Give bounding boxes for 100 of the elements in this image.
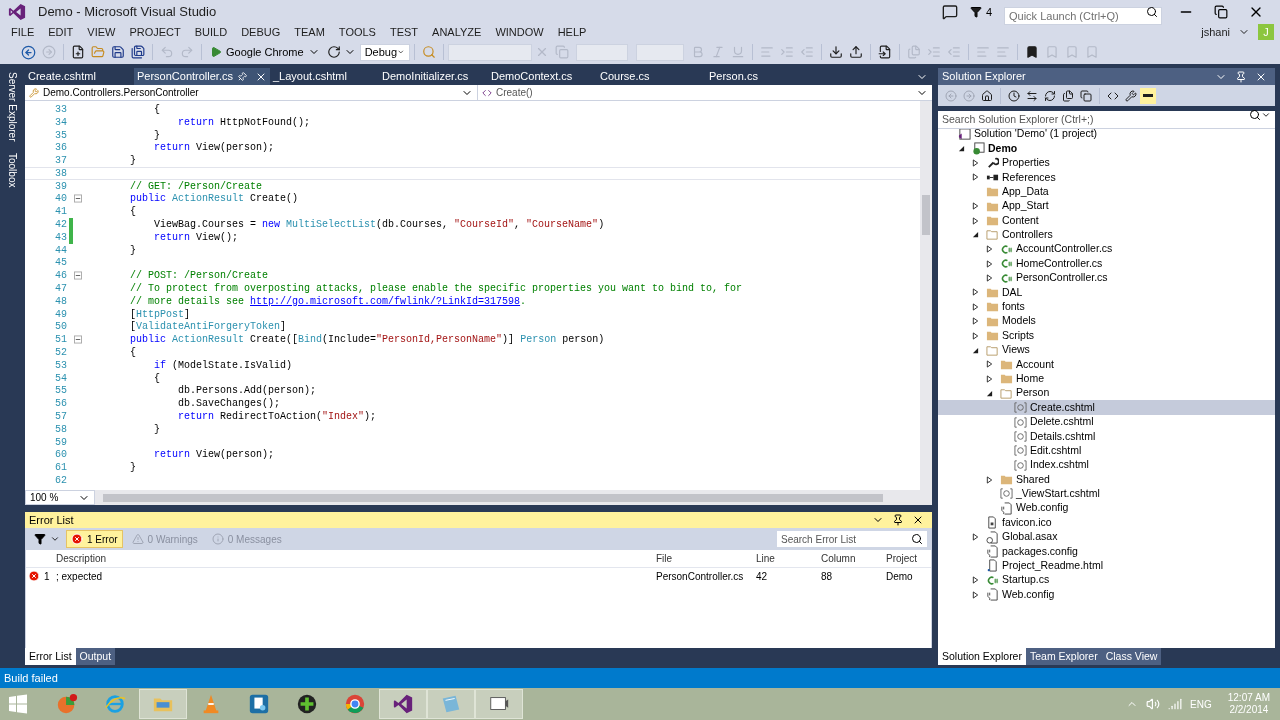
- panel-tab[interactable]: Output: [75, 648, 116, 665]
- collapsed-arrow-icon[interactable]: [972, 302, 979, 311]
- tree-item[interactable]: PersonController.cs: [938, 270, 1275, 286]
- tree-item[interactable]: Web.config: [938, 587, 1275, 602]
- upload-icon[interactable]: [848, 45, 863, 59]
- close-icon[interactable]: [912, 514, 924, 526]
- tree-item[interactable]: AccountController.cs: [938, 242, 1275, 257]
- pin-icon[interactable]: [892, 514, 904, 526]
- show-all-files-icon[interactable]: [1080, 89, 1092, 102]
- new-file-icon[interactable]: [71, 45, 85, 59]
- collapsed-arrow-icon[interactable]: [986, 274, 993, 283]
- expanded-arrow-icon[interactable]: [972, 346, 979, 354]
- save-all-icon[interactable]: [131, 45, 145, 59]
- pin-icon[interactable]: [1235, 70, 1247, 83]
- column-header[interactable]: Description: [56, 553, 107, 564]
- collapsed-arrow-icon[interactable]: [986, 360, 993, 369]
- collapsed-arrow-icon[interactable]: [986, 245, 993, 254]
- search-icon[interactable]: [911, 533, 923, 545]
- zoom-dropdown[interactable]: 100 %: [25, 490, 95, 505]
- tree-item[interactable]: Create.cshtml: [938, 400, 1275, 415]
- collapse-icon[interactable]: [74, 335, 82, 345]
- editor-tab[interactable]: DemoContext.cs: [488, 68, 597, 85]
- panel-tab[interactable]: Class View: [1101, 648, 1162, 665]
- menu-item[interactable]: TEAM: [287, 23, 332, 41]
- tree-item[interactable]: References: [938, 170, 1275, 185]
- tree-item[interactable]: Scripts: [938, 328, 1275, 343]
- menu-item[interactable]: HELP: [550, 23, 594, 41]
- document-gear-icon[interactable]: [248, 693, 270, 715]
- user-name[interactable]: jshani: [1201, 23, 1230, 41]
- tree-item[interactable]: App_Data: [938, 184, 1275, 199]
- collapsed-arrow-icon[interactable]: [972, 590, 979, 599]
- tree-item[interactable]: Solution 'Demo' (1 project): [938, 127, 1275, 142]
- chrome-like-icon[interactable]: [344, 693, 366, 715]
- collapse-icon[interactable]: [74, 194, 82, 204]
- collapsed-arrow-icon[interactable]: [972, 202, 979, 211]
- tree-item[interactable]: Views: [938, 342, 1275, 358]
- collapsed-arrow-icon[interactable]: [972, 317, 979, 326]
- notifications-button[interactable]: 4: [969, 3, 992, 21]
- collapsed-arrow-icon[interactable]: [972, 216, 979, 225]
- properties-icon[interactable]: [1125, 89, 1137, 102]
- menu-item[interactable]: TEST: [382, 23, 426, 41]
- panel-tab[interactable]: Solution Explorer: [938, 648, 1026, 665]
- tree-item[interactable]: Startup.cs: [938, 573, 1275, 588]
- collapsed-arrow-icon[interactable]: [986, 374, 993, 383]
- editor-tab[interactable]: Person.cs: [706, 68, 815, 85]
- editor-tab[interactable]: DemoInitializer.cs: [379, 68, 488, 85]
- tree-item[interactable]: DAL: [938, 285, 1275, 300]
- column-header[interactable]: Line: [756, 553, 775, 564]
- search-field[interactable]: Search Solution Explorer (Ctrl+;): [938, 110, 1275, 129]
- collapse-all-icon[interactable]: [1062, 89, 1074, 102]
- tree-item[interactable]: Project_Readme.html: [938, 558, 1275, 574]
- tree-item[interactable]: Models: [938, 314, 1275, 329]
- expanded-arrow-icon[interactable]: [986, 389, 993, 397]
- feedback-icon[interactable]: [941, 4, 958, 20]
- restore-icon[interactable]: [1214, 5, 1228, 19]
- tree-item[interactable]: Demo: [938, 141, 1275, 156]
- tree-item[interactable]: Properties: [938, 155, 1275, 171]
- clock-icon[interactable]: [1008, 89, 1020, 102]
- tree-item[interactable]: Index.cshtml: [938, 458, 1275, 473]
- refresh-icon[interactable]: [1044, 89, 1056, 102]
- plus-circle-icon[interactable]: [296, 693, 318, 715]
- editor-tab[interactable]: Create.cshtml: [25, 68, 134, 85]
- menu-item[interactable]: FILE: [4, 23, 42, 41]
- sync-icon[interactable]: [1026, 89, 1038, 102]
- caret-icon[interactable]: [50, 534, 60, 544]
- tree-item[interactable]: HomeController.cs: [938, 256, 1275, 271]
- menu-item[interactable]: PROJECT: [122, 23, 188, 41]
- member-dropdown[interactable]: Create(): [478, 85, 932, 100]
- tree-item[interactable]: App_Start: [938, 198, 1275, 214]
- configuration-dropdown[interactable]: Debug: [359, 43, 410, 61]
- collapsed-arrow-icon[interactable]: [972, 576, 979, 585]
- editor-tab[interactable]: Course.cs: [597, 68, 706, 85]
- column-header[interactable]: Project: [886, 553, 918, 564]
- menu-item[interactable]: EDIT: [41, 23, 81, 41]
- tree-item[interactable]: Controllers: [938, 227, 1275, 243]
- tree-item[interactable]: Shared: [938, 472, 1275, 487]
- menu-item[interactable]: ANALYZE: [425, 23, 489, 41]
- tree-item[interactable]: Global.asax: [938, 529, 1275, 545]
- tree-item[interactable]: _ViewStart.cshtml: [938, 486, 1275, 502]
- editor-tab[interactable]: PersonController.cs: [134, 68, 270, 85]
- app-ball-icon[interactable]: [56, 693, 78, 715]
- menu-item[interactable]: BUILD: [187, 23, 235, 41]
- search-icon[interactable]: [1249, 109, 1261, 121]
- save-icon[interactable]: [111, 45, 125, 59]
- back-icon[interactable]: [21, 44, 36, 60]
- tree-item[interactable]: Edit.cshtml: [938, 443, 1275, 458]
- menu-item[interactable]: DEBUG: [234, 23, 288, 41]
- refresh-icon[interactable]: [326, 45, 341, 59]
- editor-tab[interactable]: _Layout.cshtml: [270, 68, 379, 85]
- caret-icon[interactable]: [1261, 110, 1271, 120]
- collapsed-arrow-icon[interactable]: [972, 331, 979, 340]
- tree-item[interactable]: Account: [938, 357, 1275, 372]
- type-dropdown[interactable]: Demo.Controllers.PersonController: [25, 85, 478, 100]
- column-header[interactable]: Column: [821, 553, 856, 564]
- tree-item[interactable]: Content: [938, 213, 1275, 228]
- panel-tab[interactable]: Team Explorer: [1025, 648, 1102, 665]
- collapsed-arrow-icon[interactable]: [986, 475, 993, 484]
- tree-item[interactable]: Home: [938, 371, 1275, 387]
- filter-toggle-button[interactable]: 1 Error: [66, 530, 123, 548]
- collapsed-arrow-icon[interactable]: [986, 259, 993, 268]
